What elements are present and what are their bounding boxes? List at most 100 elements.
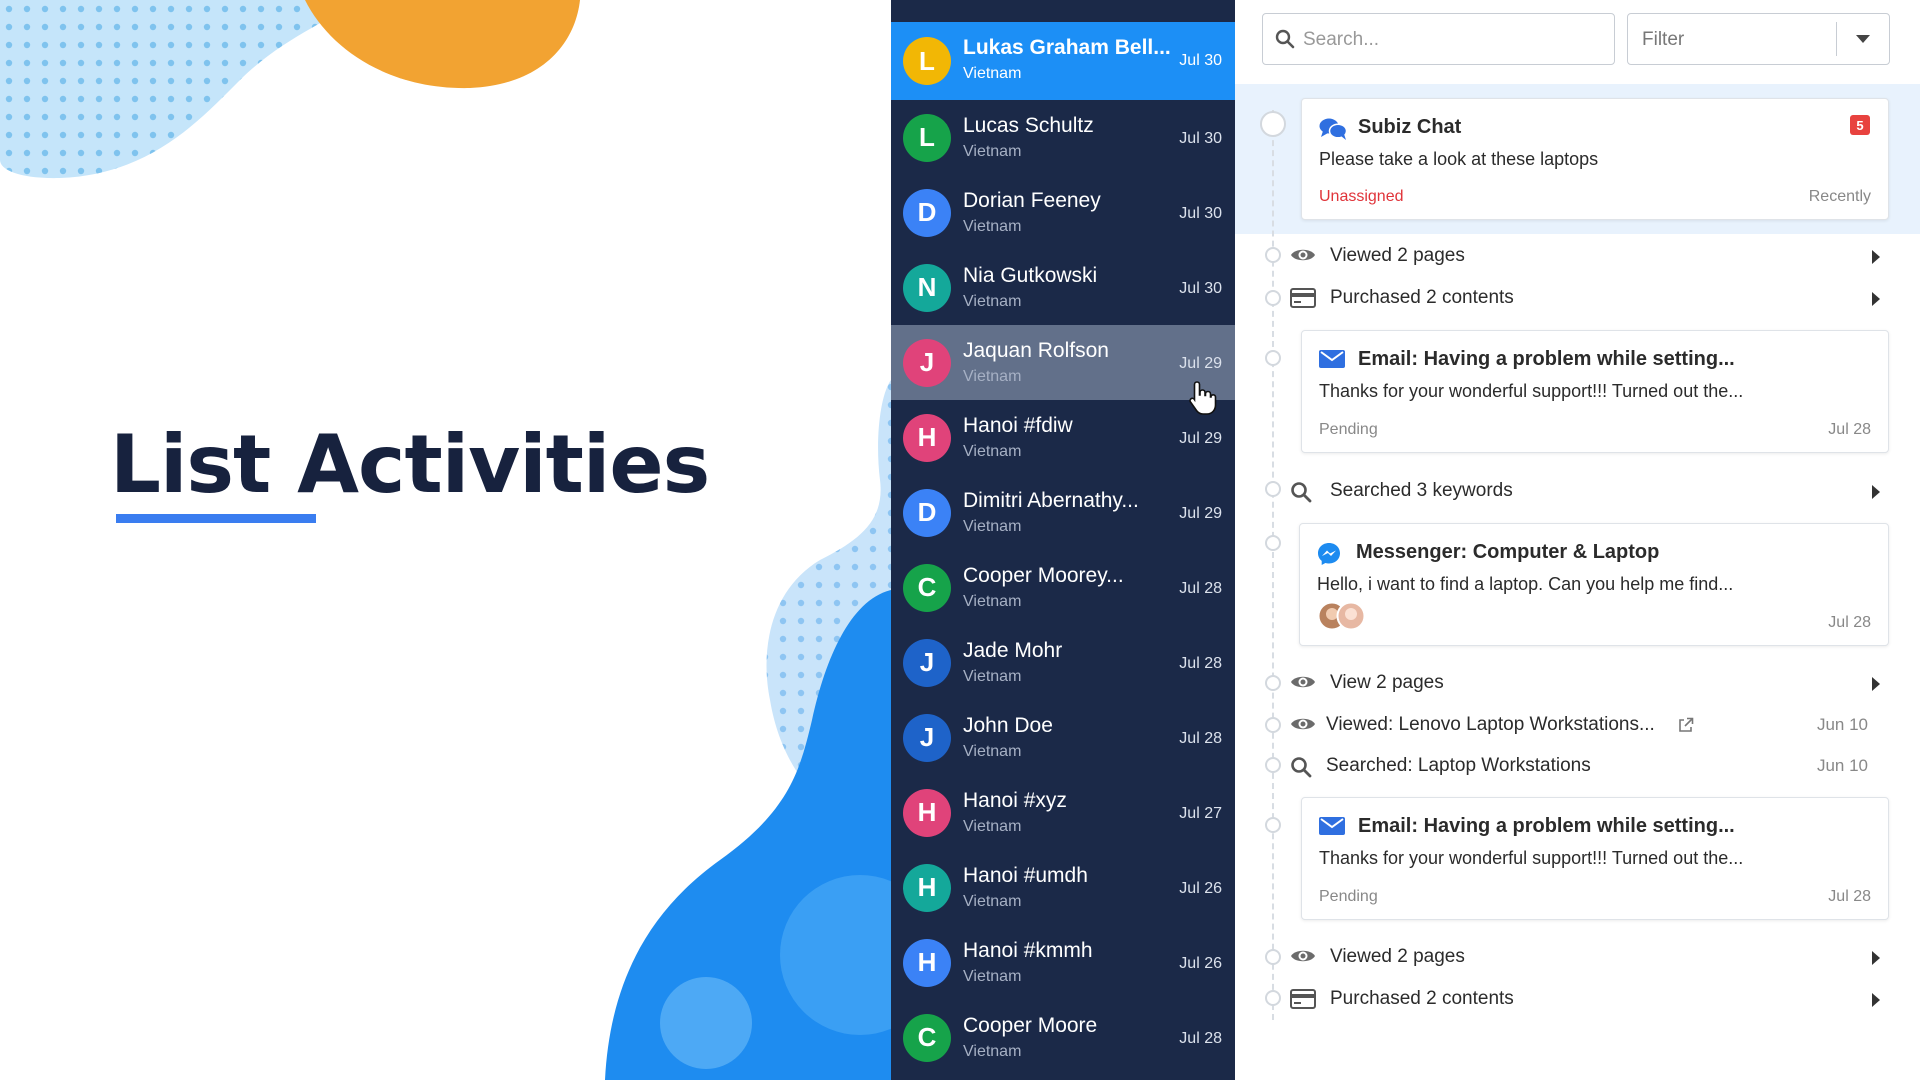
activity-row-view-pages[interactable]: View 2 pages (1290, 667, 1890, 699)
avatar: L (903, 37, 951, 85)
chat-bubbles-icon (1319, 118, 1347, 140)
filter-select[interactable]: Filter (1627, 13, 1890, 65)
contact-country: Vietnam (963, 743, 1022, 760)
timeline-dot (1265, 247, 1281, 263)
email-card[interactable]: Email: Having a problem while setting...… (1301, 797, 1889, 920)
contact-country: Vietnam (963, 65, 1022, 82)
contact-item[interactable]: L Lukas Graham Bell... Vietnam Jul 30 (891, 22, 1235, 100)
contact-name: Hanoi #xyz (963, 789, 1067, 812)
activity-panel: Filter Subiz Chat 5 Please take a look a… (1235, 0, 1920, 1080)
envelope-icon (1319, 817, 1345, 835)
card-title: Email: Having a problem while setting... (1358, 815, 1735, 837)
card-title: Messenger: Computer & Laptop (1356, 541, 1660, 563)
activity-row-viewed-pages[interactable]: Viewed 2 pages (1290, 941, 1890, 973)
contact-name: Hanoi #kmmh (963, 939, 1093, 962)
row-text: Purchased 2 contents (1330, 988, 1514, 1009)
card-date: Jul 28 (1828, 888, 1871, 905)
caret-right-icon[interactable] (1872, 485, 1880, 499)
messenger-card[interactable]: Messenger: Computer & Laptop Hello, i wa… (1299, 523, 1889, 646)
envelope-icon (1319, 350, 1345, 368)
messenger-icon (1318, 543, 1340, 565)
caret-right-icon[interactable] (1872, 993, 1880, 1007)
contact-date: Jul 28 (1179, 730, 1222, 747)
external-link-icon[interactable] (1678, 717, 1694, 733)
contact-name: Cooper Moore (963, 1014, 1098, 1037)
title-underline (116, 514, 316, 523)
contact-item[interactable]: H Hanoi #umdh Vietnam Jul 26 (891, 850, 1235, 925)
card-text: Thanks for your wonderful support!!! Tur… (1319, 848, 1744, 868)
contact-name: Jaquan Rolfson (963, 339, 1109, 362)
search-icon (1291, 482, 1312, 503)
contact-list: L Lukas Graham Bell... Vietnam Jul 30 L Lucas… (891, 0, 1235, 1080)
contact-item[interactable]: L Lucas Schultz Vietnam Jul 30 (891, 100, 1235, 175)
search-box[interactable] (1262, 13, 1615, 65)
contact-item[interactable]: H Hanoi #xyz Vietnam Jul 27 (891, 775, 1235, 850)
contact-item[interactable]: C Cooper Moore Vietnam Jul 28 (891, 1000, 1235, 1075)
avatar: C (903, 563, 951, 612)
contact-item[interactable]: J Jaquan Rolfson Vietnam Jul 29 (891, 325, 1235, 400)
search-input[interactable] (1301, 24, 1595, 56)
search-icon (1275, 29, 1295, 49)
caret-right-icon[interactable] (1872, 292, 1880, 306)
contact-country: Vietnam (963, 518, 1022, 535)
contact-date: Jul 30 (1179, 130, 1222, 147)
caret-right-icon[interactable] (1872, 951, 1880, 965)
card-date: Jul 28 (1828, 421, 1871, 438)
timeline-dot (1265, 290, 1281, 306)
contact-item[interactable]: D Dorian Feeney Vietnam Jul 30 (891, 175, 1235, 250)
caret-right-icon[interactable] (1872, 250, 1880, 264)
contact-name: Jade Mohr (963, 639, 1063, 662)
row-text: Viewed: Lenovo Laptop Workstations... (1326, 714, 1655, 735)
avatar: J (903, 638, 951, 687)
contact-date: Jul 29 (1179, 430, 1222, 447)
timeline-dot (1265, 949, 1281, 965)
activity-row-searched-laptop[interactable]: Searched: Laptop Workstations Jun 10 (1290, 750, 1890, 782)
contact-country: Vietnam (963, 218, 1022, 235)
contact-item[interactable]: J John Doe Vietnam Jul 28 (891, 700, 1235, 775)
activity-row-searched-keywords[interactable]: Searched 3 keywords (1290, 475, 1890, 507)
contact-item[interactable]: C Cooper Moorey... Vietnam Jul 28 (891, 550, 1235, 625)
contact-list-topbar (891, 0, 1235, 22)
activity-row-viewed-pages[interactable]: Viewed 2 pages (1290, 240, 1890, 272)
subiz-chat-card[interactable]: Subiz Chat 5 Please take a look at these… (1301, 98, 1889, 220)
avatar: D (903, 188, 951, 237)
activity-row-purchased[interactable]: Purchased 2 contents (1290, 282, 1890, 314)
email-card[interactable]: Email: Having a problem while setting...… (1301, 330, 1889, 453)
contact-name: Dimitri Abernathy... (963, 489, 1139, 512)
contact-country: Vietnam (963, 818, 1022, 835)
contact-item[interactable]: J Jade Mohr Vietnam Jul 28 (891, 625, 1235, 700)
avatar: H (903, 938, 951, 987)
activity-row-purchased[interactable]: Purchased 2 contents (1290, 983, 1890, 1015)
caret-right-icon[interactable] (1872, 677, 1880, 691)
chevron-down-icon[interactable] (1855, 34, 1871, 44)
contact-date: Jul 29 (1179, 355, 1222, 372)
contact-date: Jul 27 (1179, 805, 1222, 822)
timeline-dot (1265, 350, 1281, 366)
page-title: List Activities (110, 418, 710, 511)
contact-name: Lukas Graham Bell... (963, 36, 1171, 59)
timeline-dot (1265, 757, 1281, 773)
row-text: Viewed 2 pages (1330, 245, 1465, 266)
contact-name: Cooper Moorey... (963, 564, 1124, 587)
contact-item[interactable]: N Nia Gutkowski Vietnam Jul 30 (891, 250, 1235, 325)
contact-item[interactable]: H Hanoi #fdiw Vietnam Jul 29 (891, 400, 1235, 475)
activity-row-viewed-lenovo[interactable]: Viewed: Lenovo Laptop Workstations... Ju… (1290, 709, 1890, 741)
contact-date: Jul 30 (1179, 205, 1222, 222)
avatar: H (903, 863, 951, 912)
contact-name: John Doe (963, 714, 1053, 737)
contact-name: Lucas Schultz (963, 114, 1094, 137)
card-text: Please take a look at these laptops (1319, 149, 1599, 169)
contact-item[interactable]: H Hanoi #kmmh Vietnam Jul 26 (891, 925, 1235, 1000)
card-title: Subiz Chat (1358, 116, 1462, 138)
timeline-dot (1265, 990, 1281, 1006)
contact-item[interactable]: D Dimitri Abernathy... Vietnam Jul 29 (891, 475, 1235, 550)
timeline-dot (1265, 535, 1281, 551)
contact-name: Hanoi #fdiw (963, 414, 1073, 437)
row-text: Searched: Laptop Workstations (1326, 755, 1591, 776)
avatar: H (903, 788, 951, 837)
contact-date: Jul 26 (1179, 955, 1222, 972)
contact-name: Hanoi #umdh (963, 864, 1088, 887)
eye-icon (1291, 676, 1315, 688)
contact-date: Jul 29 (1179, 505, 1222, 522)
card-text: Hello, i want to find a laptop. Can you … (1317, 574, 1734, 594)
